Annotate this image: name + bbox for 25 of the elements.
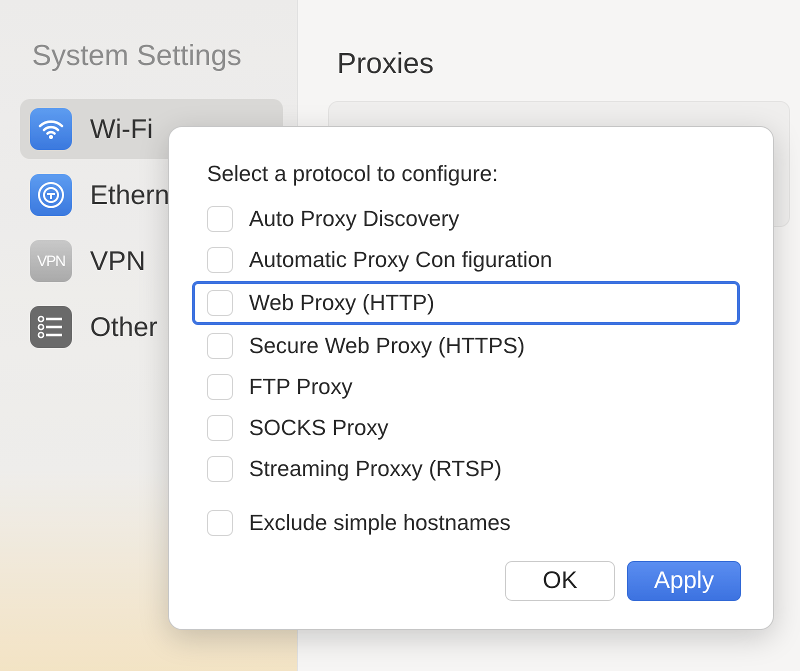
checkbox[interactable] [207, 415, 233, 441]
network-icon [30, 174, 72, 216]
option-row[interactable]: Automatic Proxy Con figuration [192, 240, 740, 280]
app-title: System Settings [32, 40, 243, 73]
option-row[interactable]: Web Proxy (HTTP) [192, 281, 740, 325]
checkbox[interactable] [207, 456, 233, 482]
checkbox[interactable] [207, 206, 233, 232]
option-row[interactable]: Exclude simple hostnames [192, 503, 740, 543]
option-row[interactable]: SOCKS Proxy [192, 408, 740, 448]
list-icon [30, 306, 72, 348]
option-row[interactable]: Streaming Proxxy (RTSP) [192, 449, 740, 489]
checkbox[interactable] [207, 374, 233, 400]
apply-button[interactable]: Apply [627, 561, 741, 601]
checkbox[interactable] [207, 333, 233, 359]
checkbox[interactable] [207, 290, 233, 316]
option-row[interactable]: Auto Proxy Discovery [192, 199, 740, 239]
ok-button[interactable]: OK [505, 561, 615, 601]
wifi-icon [30, 108, 72, 150]
option-row[interactable]: Secure Web Proxy (HTTPS) [192, 326, 740, 366]
page-title: Proxies [337, 48, 435, 81]
dialog-heading: Select a protocol to configure: [207, 161, 500, 187]
option-row[interactable]: FTP Proxy [192, 367, 740, 407]
checkbox[interactable] [207, 247, 233, 273]
checkbox[interactable] [207, 510, 233, 536]
vpn-icon: VPN [30, 240, 72, 282]
